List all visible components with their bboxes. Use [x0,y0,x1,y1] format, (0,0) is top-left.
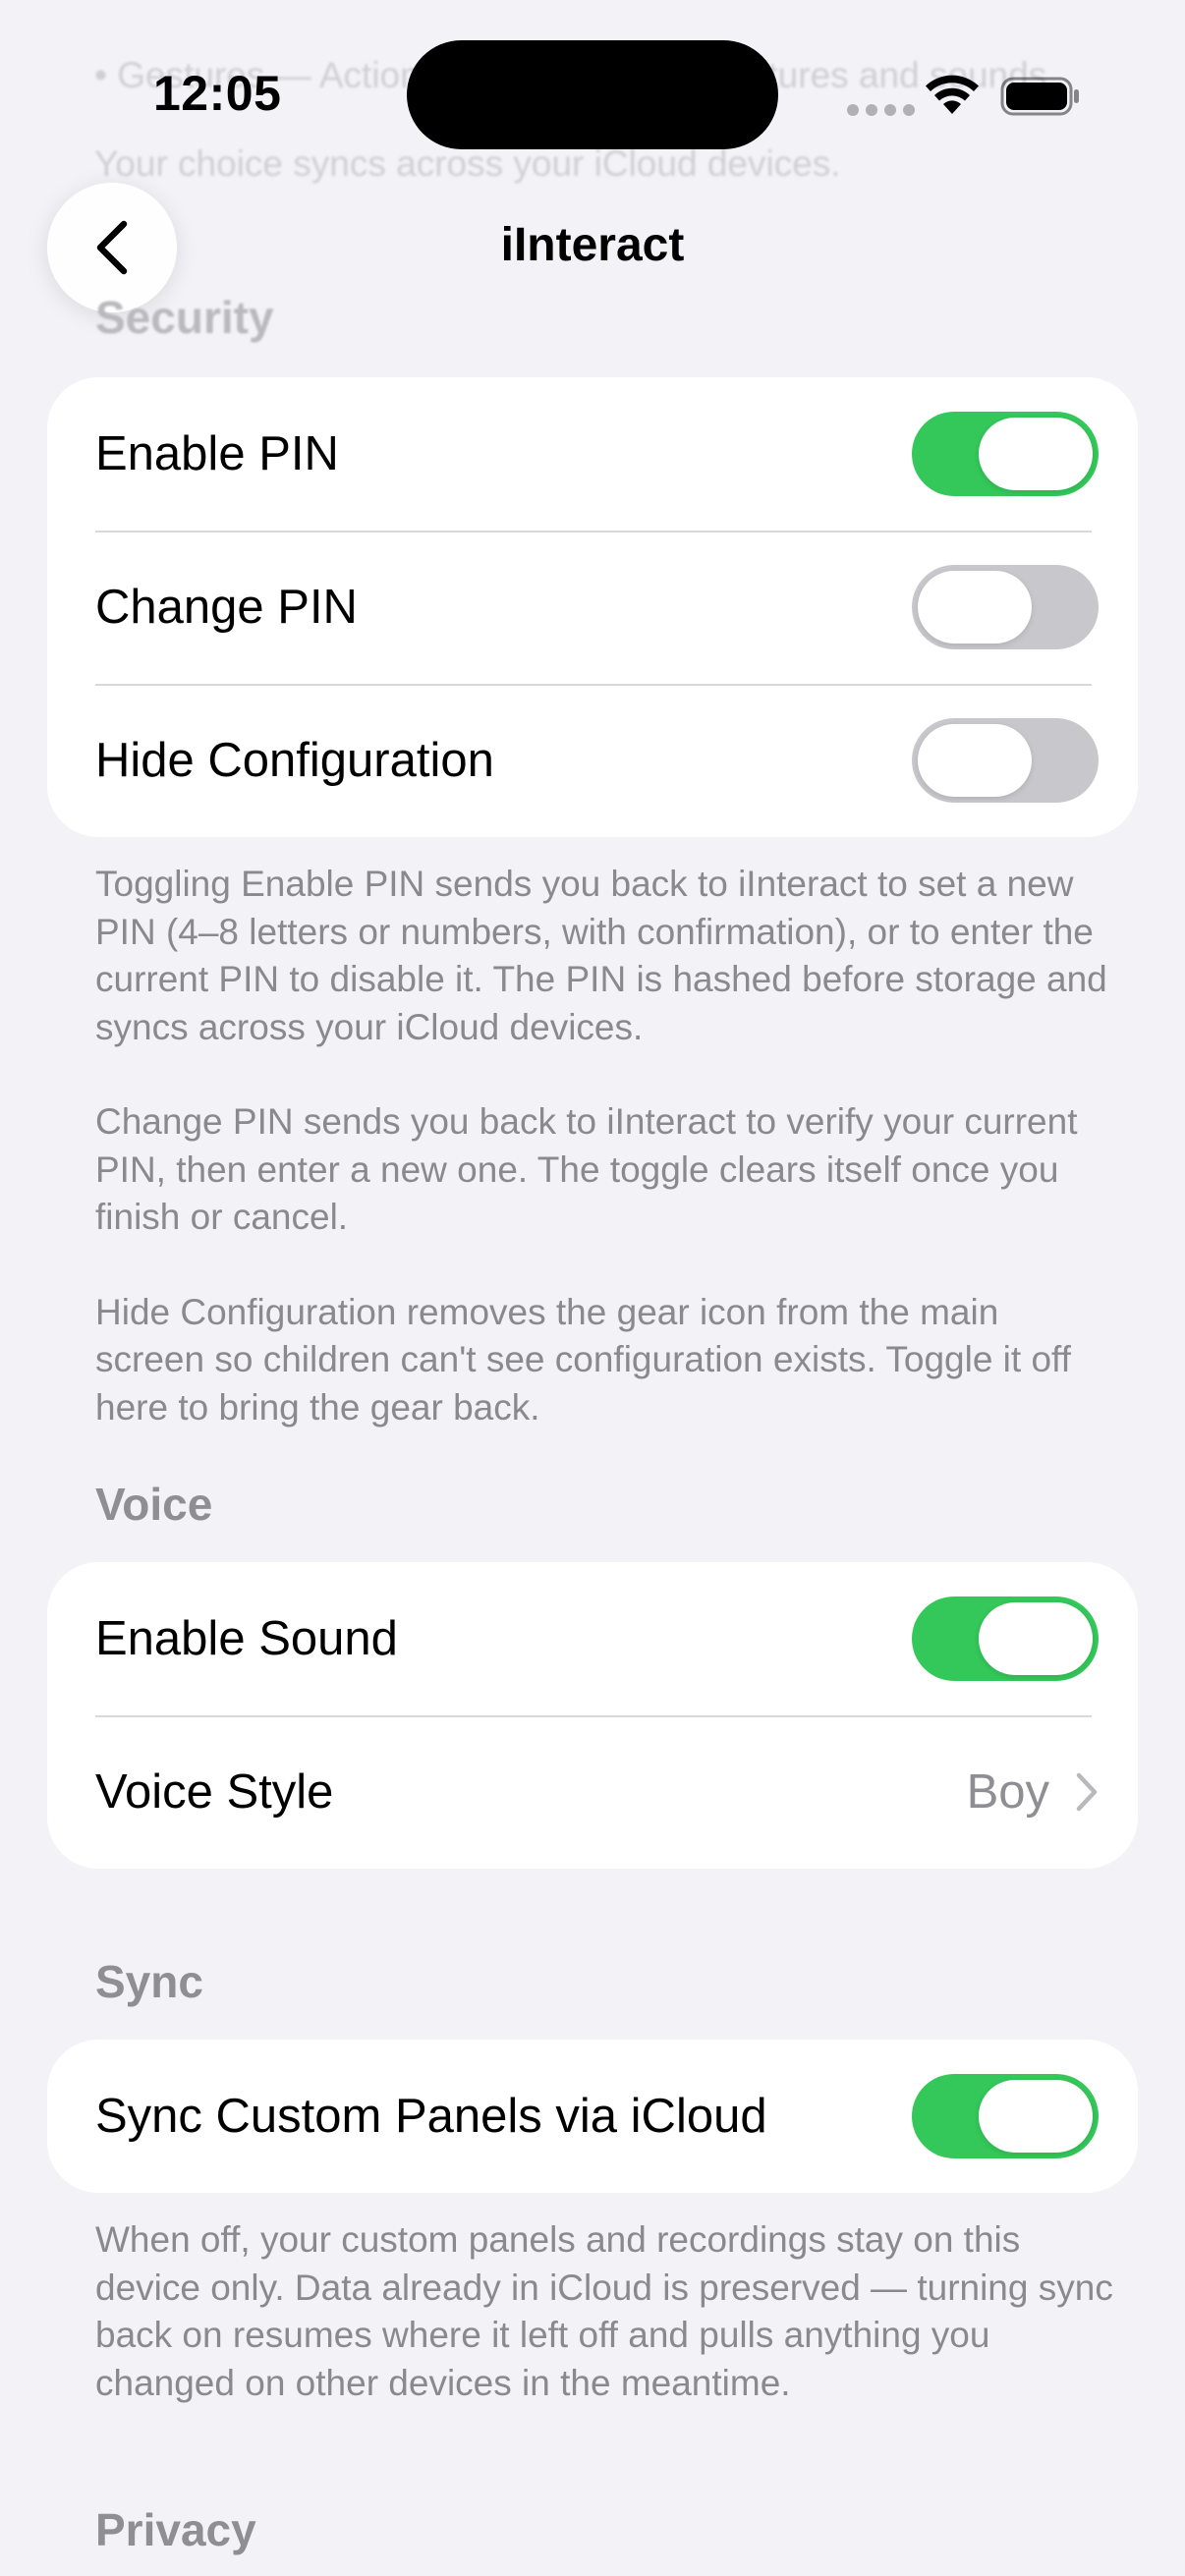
enable-pin-row: Enable PIN [47,377,1138,531]
enable-sound-toggle[interactable] [912,1596,1099,1681]
hide-configuration-row: Hide Configuration [47,684,1138,837]
footer-text: Toggling Enable PIN sends you back to iI… [95,864,1107,1047]
status-time: 12:05 [153,66,282,121]
section-header-security: Security [95,292,274,343]
section-header-privacy: Privacy [95,2504,256,2555]
hide-configuration-toggle[interactable] [912,718,1099,803]
voice-style-label: Voice Style [95,1765,334,1819]
battery-icon [1000,77,1079,116]
change-pin-toggle[interactable] [912,565,1099,649]
page-title: iInteract [500,219,685,271]
chevron-right-icon [1076,1772,1098,1812]
voice-style-value: Boy [966,1765,1049,1819]
voice-group: Enable Sound Voice Style Boy [47,1562,1138,1869]
sync-group: Sync Custom Panels via iCloud [47,2040,1138,2193]
change-pin-row: Change PIN [47,531,1138,684]
enable-sound-row: Enable Sound [47,1562,1138,1715]
dynamic-island [407,40,778,149]
hide-configuration-label: Hide Configuration [95,734,494,787]
sync-footer: When off, your custom panels and recordi… [95,2216,1117,2407]
sync-panels-label: Sync Custom Panels via iCloud [95,2090,767,2143]
enable-sound-label: Enable Sound [95,1612,398,1665]
footer-text: When off, your custom panels and recordi… [95,2219,1113,2403]
voice-style-row[interactable]: Voice Style Boy [47,1715,1138,1869]
sync-panels-row: Sync Custom Panels via iCloud [47,2040,1138,2193]
change-pin-label: Change PIN [95,581,358,634]
settings-screen: • Gestures — Actions linked to custom pi… [0,0,1185,2576]
section-header-voice: Voice [95,1479,213,1530]
security-group: Enable PIN Change PIN Hide Configuration [47,377,1138,837]
sync-panels-toggle[interactable] [912,2074,1099,2158]
security-footer: Toggling Enable PIN sends you back to iI… [95,861,1117,1431]
section-header-sync: Sync [95,1956,203,2007]
enable-pin-label: Enable PIN [95,427,339,480]
footer-text: Hide Configuration removes the gear icon… [95,1291,1071,1428]
enable-pin-toggle[interactable] [912,412,1099,496]
cellular-signal-icon [847,104,915,116]
footer-text: Change PIN sends you back to iInteract t… [95,1101,1078,1237]
wifi-icon [926,75,979,114]
